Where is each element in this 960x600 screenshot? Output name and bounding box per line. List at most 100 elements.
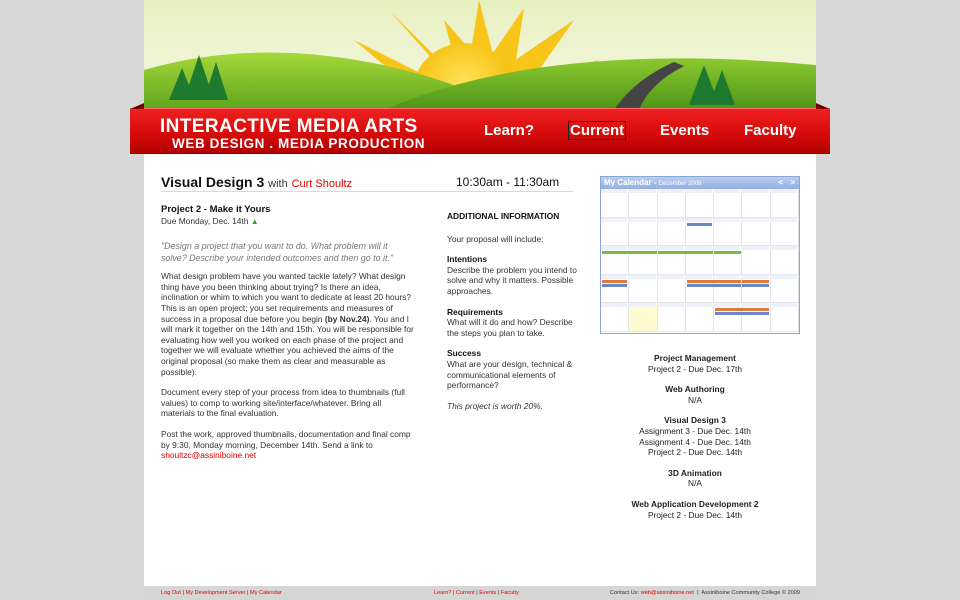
schedule-item: N/A bbox=[688, 394, 702, 405]
course-title: Visual Design 3 with Curt Shoultz bbox=[161, 174, 352, 190]
calendar-day[interactable] bbox=[741, 217, 771, 246]
proposal-deadline: (by Nov.24) bbox=[324, 313, 370, 324]
main-navigation-bar: INTERACTIVE MEDIA ARTS WEB DESIGN . MEDI… bbox=[130, 103, 830, 154]
instructor-name: Curt Shoultz bbox=[291, 178, 353, 190]
nav-faculty[interactable]: Faculty bbox=[744, 122, 797, 139]
nav-current[interactable]: Current bbox=[568, 121, 627, 140]
info-section-head: Requirements bbox=[447, 306, 503, 317]
calendar-day[interactable] bbox=[656, 189, 686, 218]
calendar-day[interactable] bbox=[769, 274, 799, 303]
calendar-next-button[interactable]: > bbox=[790, 177, 795, 189]
calendar-day[interactable] bbox=[684, 246, 715, 275]
course-schedule: Project Management Project 2 - Due Dec. … bbox=[584, 353, 806, 530]
schedule-item: Assignment 4 - Due Dec. 14th bbox=[639, 436, 751, 447]
calendar-day[interactable] bbox=[741, 274, 771, 303]
calendar-day-today[interactable] bbox=[628, 303, 658, 332]
footer-copyright: Assiniboine Community College © 2009 bbox=[701, 590, 800, 596]
calendar-day[interactable] bbox=[713, 246, 743, 275]
calendar-day[interactable] bbox=[769, 303, 799, 332]
calendar-day[interactable] bbox=[684, 189, 715, 218]
info-section-intentions: Intentions Describe the problem you inte… bbox=[447, 254, 579, 296]
schedule-course-title: Project Management bbox=[654, 353, 736, 363]
calendar-day[interactable] bbox=[741, 189, 771, 218]
instructor-email-link[interactable]: shoultzc@assiniboine.net bbox=[161, 450, 256, 460]
calendar-day[interactable] bbox=[601, 246, 685, 275]
class-header: Visual Design 3 with Curt Shoultz 10:30a… bbox=[161, 174, 573, 192]
calendar-prev-button[interactable]: < bbox=[778, 177, 783, 189]
calendar-day[interactable] bbox=[741, 246, 771, 275]
calendar-day[interactable] bbox=[684, 217, 715, 246]
calendar-day[interactable] bbox=[769, 217, 799, 246]
footer-contact-email[interactable]: web@assiniboine.net bbox=[641, 590, 694, 596]
footer-faculty-link[interactable]: Faculty bbox=[501, 590, 519, 596]
calendar-grid bbox=[601, 189, 799, 332]
schedule-course-title: Visual Design 3 bbox=[664, 415, 726, 426]
footer-calendar-link[interactable]: My Calendar bbox=[250, 590, 282, 596]
footer-current-link[interactable]: Current bbox=[456, 590, 475, 596]
footer-dev-server-link[interactable]: My Development Server bbox=[185, 590, 245, 596]
calendar-day[interactable] bbox=[628, 189, 658, 218]
calendar-day[interactable] bbox=[628, 246, 658, 275]
course-name: Visual Design 3 bbox=[161, 174, 265, 190]
schedule-item: N/A bbox=[688, 478, 702, 489]
schedule-course: Web Application Development 2 Project 2 … bbox=[584, 499, 806, 520]
nav-events[interactable]: Events bbox=[660, 122, 709, 139]
footer-learn-link[interactable]: Learn? bbox=[434, 590, 451, 596]
calendar-day[interactable] bbox=[713, 189, 743, 218]
calendar-day[interactable] bbox=[601, 189, 630, 218]
calendar-week bbox=[601, 246, 799, 275]
calendar-day[interactable] bbox=[628, 217, 658, 246]
project-paragraph-1: What design problem have you wanted tack… bbox=[161, 271, 415, 377]
schedule-item: Assignment 3 - Due Dec. 14th bbox=[639, 425, 751, 436]
course-with-label: with bbox=[268, 178, 288, 190]
calendar-day[interactable] bbox=[601, 217, 630, 246]
footer-account-links: Log Out | My Development Server | My Cal… bbox=[161, 590, 282, 596]
info-section-requirements: Requirements What will it do and how? De… bbox=[447, 307, 579, 339]
calendar-day[interactable] bbox=[628, 274, 658, 303]
calendar-day[interactable] bbox=[769, 246, 799, 275]
calendar-day[interactable] bbox=[684, 274, 770, 303]
calendar-event[interactable] bbox=[686, 222, 713, 226]
additional-info-title: ADDITIONAL INFORMATION bbox=[447, 211, 560, 221]
info-section-text: What will it do and how? Describe the st… bbox=[447, 317, 573, 338]
schedule-course: Web Authoring N/A bbox=[584, 384, 806, 405]
calendar-day[interactable] bbox=[656, 274, 686, 303]
calendar-week bbox=[601, 189, 799, 218]
calendar-event[interactable] bbox=[602, 283, 628, 287]
additional-info-intro: Your proposal will include: bbox=[447, 233, 544, 244]
calendar-day[interactable] bbox=[656, 303, 686, 332]
calendar-day[interactable] bbox=[741, 303, 771, 332]
calendar-day[interactable] bbox=[656, 217, 686, 246]
site-title[interactable]: INTERACTIVE MEDIA ARTS bbox=[160, 116, 418, 138]
calendar-day[interactable] bbox=[601, 303, 630, 332]
schedule-course-title: Web Authoring bbox=[665, 384, 725, 395]
ribbon-fold-left bbox=[130, 103, 144, 109]
schedule-item: Project 2 - Due Dec. 14th bbox=[647, 447, 743, 458]
arrow-up-icon: ▲ bbox=[250, 216, 259, 226]
footer-events-link[interactable]: Events bbox=[479, 590, 496, 596]
calendar-event[interactable] bbox=[602, 279, 628, 283]
site-subtitle: WEB DESIGN . MEDIA PRODUCTION bbox=[172, 136, 426, 151]
calendar-header: My Calendar - December 2009 < > bbox=[601, 177, 799, 189]
project-title: Project 2 - Make it Yours bbox=[161, 204, 271, 215]
calendar-day[interactable] bbox=[769, 189, 799, 218]
calendar-day[interactable] bbox=[684, 303, 715, 332]
calendar-day[interactable] bbox=[601, 274, 630, 303]
calendar-widget[interactable]: My Calendar - December 2009 < > bbox=[600, 176, 800, 334]
calendar-day[interactable] bbox=[656, 246, 741, 275]
schedule-course: Visual Design 3 Assignment 3 - Due Dec. … bbox=[584, 415, 806, 457]
nav-learn[interactable]: Learn? bbox=[484, 122, 534, 139]
info-section-text: What are your design, technical & commun… bbox=[447, 358, 573, 391]
calendar-day[interactable] bbox=[713, 217, 743, 246]
footer-logout-link[interactable]: Log Out bbox=[161, 590, 181, 596]
footer: Log Out | My Development Server | My Cal… bbox=[144, 586, 816, 600]
class-time: 10:30am - 11:30am bbox=[456, 175, 560, 189]
ribbon-fold-right bbox=[816, 103, 830, 109]
schedule-course: 3D Animation N/A bbox=[584, 468, 806, 489]
project-paragraph-3-text: Post the work, approved thumbnails, docu… bbox=[161, 428, 411, 450]
info-section-head: Intentions bbox=[447, 254, 488, 265]
schedule-item: Project 2 - Due Dec. 14th bbox=[647, 509, 743, 520]
info-section-text: Describe the problem you intend to solve… bbox=[447, 264, 577, 296]
calendar-day[interactable] bbox=[713, 303, 770, 332]
calendar-day[interactable] bbox=[713, 274, 743, 303]
